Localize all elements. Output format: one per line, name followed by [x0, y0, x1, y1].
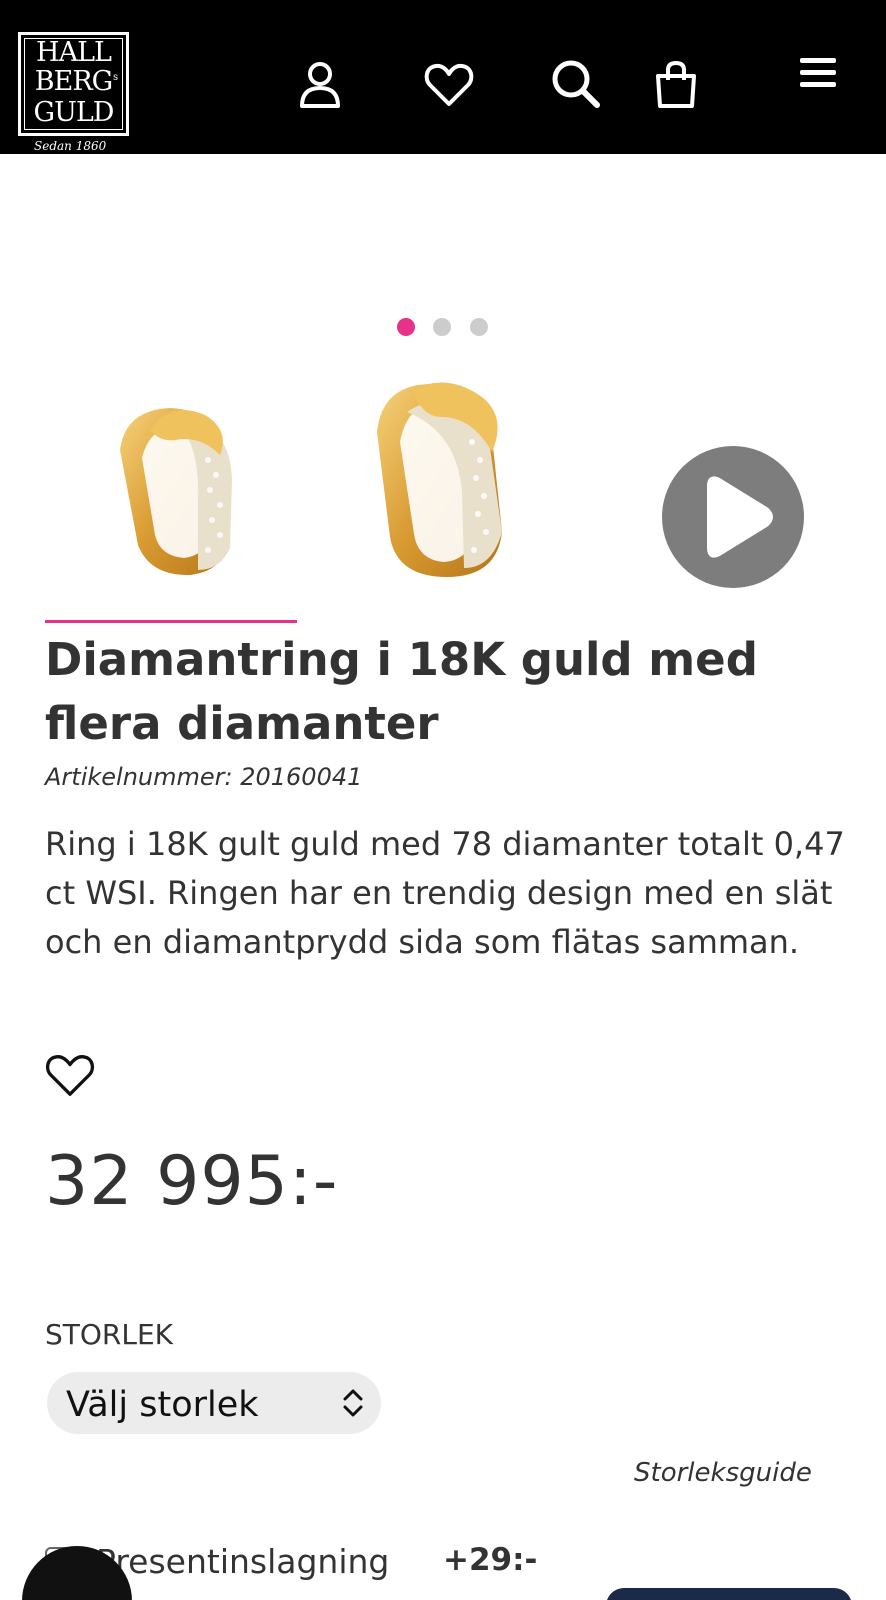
logo-line-3: GULD — [33, 97, 115, 128]
search-icon[interactable] — [550, 58, 602, 110]
gift-wrap-price: +29:- — [443, 1542, 538, 1578]
thumbnail-ring-front[interactable] — [80, 380, 270, 590]
product-title: Diamantring i 18K guld med flera diamant… — [45, 633, 758, 750]
carousel-dot-2[interactable] — [433, 318, 451, 336]
gift-wrap-label: Presentinslagning — [96, 1542, 390, 1581]
site-header: HALL BERG GULD s Sedan 1860 — [0, 0, 886, 154]
bag-icon[interactable] — [650, 58, 702, 110]
size-label: STORLEK — [45, 1318, 174, 1351]
up-down-chevron-icon — [341, 1386, 365, 1420]
product-description: Ring i 18K gult guld med 78 diamanter to… — [45, 825, 845, 961]
size-select[interactable]: Välj storlek — [47, 1372, 381, 1434]
article-number: Artikelnummer: 20160041 — [45, 763, 363, 791]
add-to-favorites-heart-icon[interactable] — [45, 1052, 95, 1098]
heart-icon[interactable] — [423, 58, 475, 110]
logo-line-2: BERG — [34, 66, 113, 97]
carousel-dot-1[interactable] — [397, 318, 415, 336]
product-price: 32 995:- — [45, 1142, 339, 1221]
active-thumbnail-indicator — [45, 620, 297, 623]
video-play-button[interactable] — [662, 446, 804, 588]
carousel-dot-3[interactable] — [470, 318, 488, 336]
size-guide-link[interactable]: Storleksguide — [634, 1458, 812, 1488]
logo-tagline: Sedan 1860 — [34, 139, 107, 153]
logo-small-s: s — [113, 72, 119, 83]
user-icon[interactable] — [294, 58, 346, 110]
hallbergs-guld-logo[interactable]: HALL BERG GULD s — [18, 32, 129, 136]
size-select-value: Välj storlek — [66, 1385, 259, 1425]
logo-line-1: HALL — [36, 37, 112, 68]
thumbnail-ring-side[interactable] — [352, 372, 542, 582]
add-to-cart-button[interactable] — [606, 1588, 852, 1600]
menu-icon[interactable] — [796, 50, 842, 96]
